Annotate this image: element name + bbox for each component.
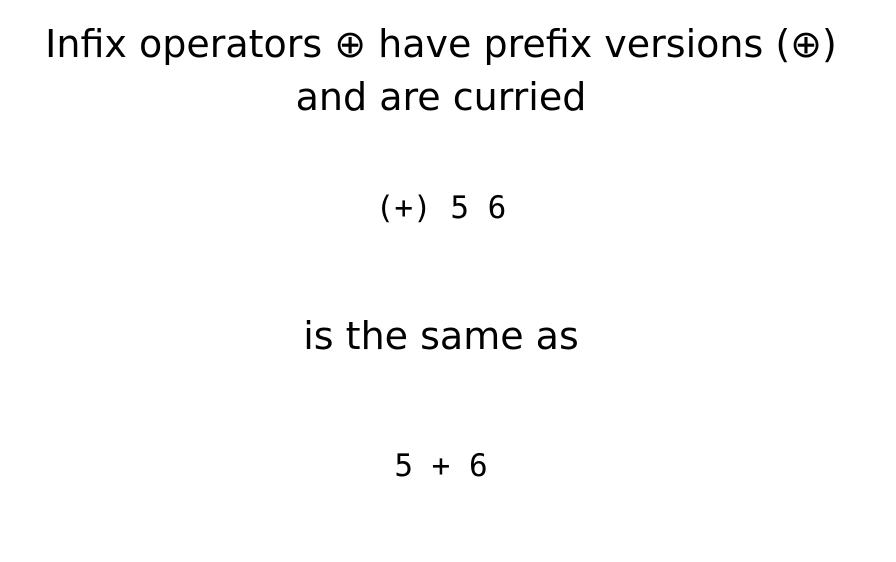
slide-title: Infix operators ⊕ have prefix versions (…	[0, 18, 882, 124]
infix-code-example: 5 + 6	[394, 448, 488, 484]
title-line-1: Infix operators ⊕ have prefix versions (…	[45, 22, 837, 66]
title-line-2: and are curried	[295, 75, 587, 119]
slide: Infix operators ⊕ have prefix versions (…	[0, 0, 896, 562]
prefix-code-example: (+) 5 6	[375, 190, 507, 226]
comparison-text: is the same as	[303, 314, 579, 358]
